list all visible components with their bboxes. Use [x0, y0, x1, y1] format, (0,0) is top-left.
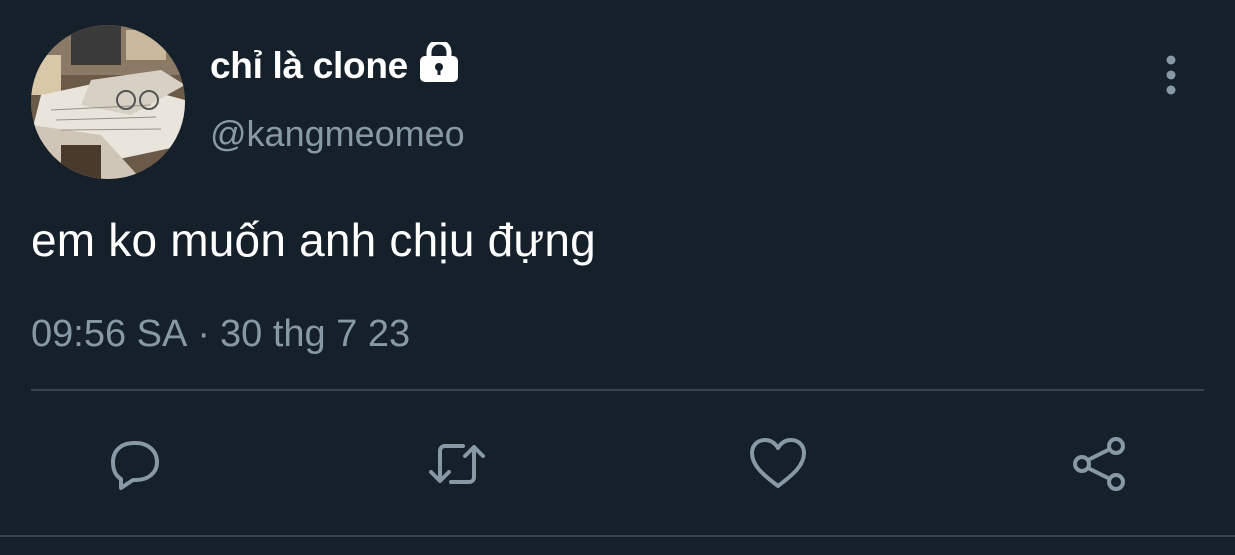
tweet-text: em ko muốn anh chịu đựng: [31, 214, 596, 266]
display-name[interactable]: chỉ là clone: [210, 42, 408, 90]
user-handle[interactable]: @kangmeomeo: [210, 110, 465, 158]
tweet-date: 30 thg 7 23: [220, 313, 411, 355]
reply-button[interactable]: [104, 433, 166, 495]
avatar[interactable]: [31, 25, 185, 179]
heart-icon: [750, 438, 806, 488]
retweet-icon: [429, 444, 485, 484]
reply-icon: [111, 441, 159, 490]
display-name-row: chỉ là clone: [210, 42, 460, 90]
tweet-card: chỉ là clone @kangmeomeo em ko muốn anh …: [0, 0, 1235, 555]
share-icon: [1073, 437, 1125, 491]
meta-separator: ·: [197, 313, 210, 355]
tweet-time: 09:56 SA: [31, 313, 188, 355]
like-button[interactable]: [747, 433, 809, 495]
bottom-divider: [0, 535, 1235, 537]
retweet-button[interactable]: [426, 433, 488, 495]
divider: [31, 389, 1204, 391]
tweet-timestamp[interactable]: 09:56 SA · 30 thg 7 23: [31, 310, 410, 358]
lock-icon: [419, 42, 458, 82]
share-button[interactable]: [1069, 433, 1131, 495]
more-options-icon[interactable]: [1156, 54, 1186, 98]
